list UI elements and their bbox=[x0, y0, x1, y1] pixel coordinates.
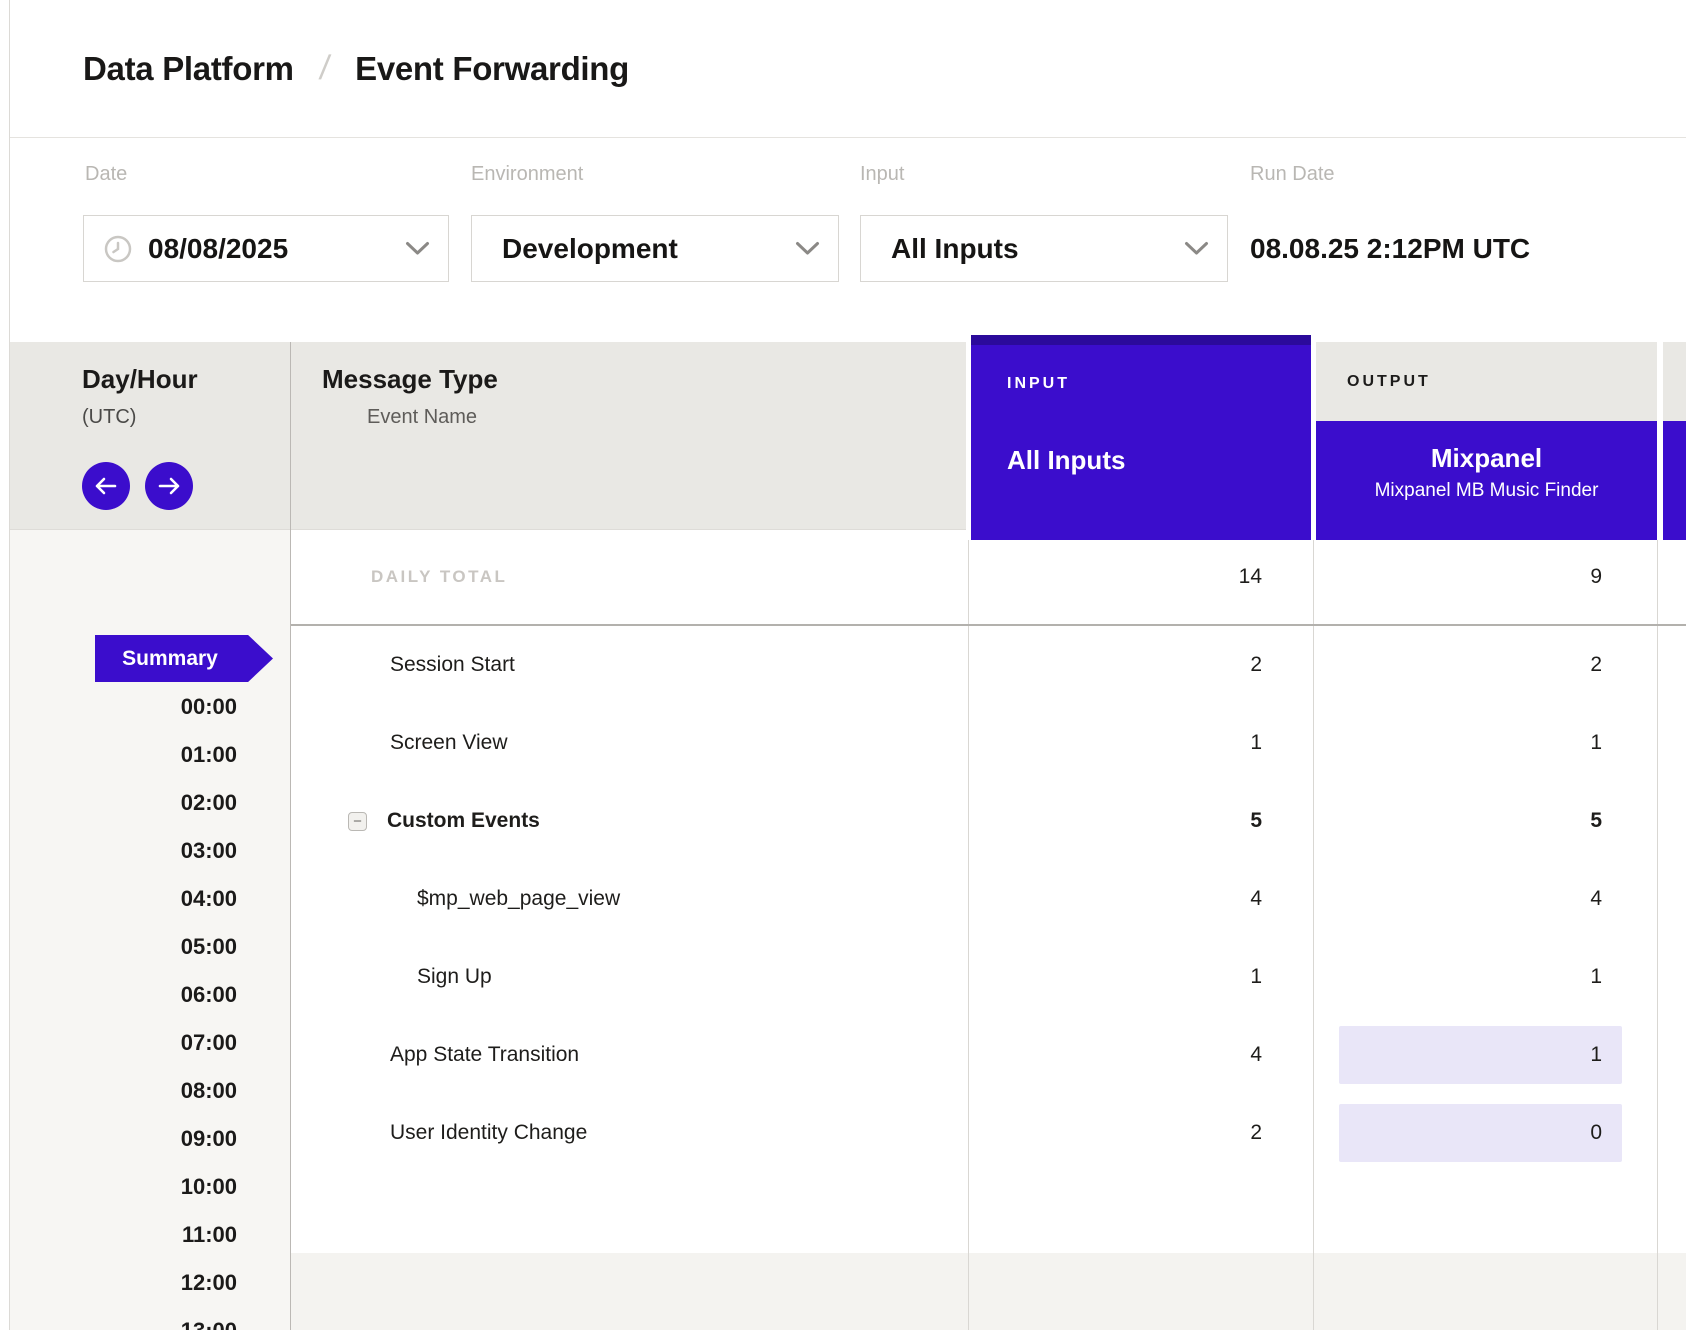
date-dropdown[interactable]: 08/08/2025 bbox=[83, 215, 449, 282]
input-count: 2 bbox=[968, 1094, 1262, 1172]
arrow-right-icon bbox=[157, 477, 181, 495]
next-day-button[interactable] bbox=[145, 462, 193, 510]
chevron-down-icon bbox=[405, 241, 430, 256]
daily-total-label: DAILY TOTAL bbox=[371, 530, 507, 624]
environment-dropdown[interactable]: Development bbox=[471, 215, 839, 282]
output-count-highlighted: 1 bbox=[1339, 1026, 1622, 1084]
input-column-name: All Inputs bbox=[1007, 445, 1125, 476]
output-column-header-mixpanel[interactable]: Mixpanel Mixpanel MB Music Finder bbox=[1316, 421, 1657, 540]
output-count: 1 bbox=[1316, 704, 1602, 782]
input-count: 4 bbox=[968, 1016, 1262, 1094]
input-label: Input bbox=[860, 163, 904, 186]
input-count: 5 bbox=[968, 782, 1262, 860]
chevron-down-icon bbox=[1184, 241, 1209, 256]
table-row: Screen View 1 1 bbox=[291, 704, 1686, 782]
output-group-label: OUTPUT bbox=[1347, 373, 1431, 391]
hour-slot-00[interactable]: 00:00 bbox=[10, 693, 237, 721]
event-rows: Session Start 2 2 Screen View 1 1 − Cust… bbox=[291, 626, 1686, 1172]
previous-day-button[interactable] bbox=[82, 462, 130, 510]
environment-label: Environment bbox=[471, 163, 583, 186]
summary-tab[interactable]: Summary bbox=[95, 635, 273, 682]
output-column-subtitle: Mixpanel MB Music Finder bbox=[1316, 480, 1657, 502]
event-name: Custom Events bbox=[387, 809, 540, 833]
hour-slot-08[interactable]: 08:00 bbox=[10, 1077, 237, 1105]
breadcrumb-section[interactable]: Data Platform bbox=[83, 50, 294, 88]
date-value: 08/08/2025 bbox=[148, 233, 405, 265]
day-hour-column-subtitle: (UTC) bbox=[82, 406, 136, 429]
environment-value: Development bbox=[502, 233, 795, 265]
table-row: User Identity Change 2 0 bbox=[291, 1094, 1686, 1172]
input-count: 1 bbox=[968, 704, 1262, 782]
page-title: Event Forwarding bbox=[355, 50, 629, 88]
event-name: Session Start bbox=[291, 626, 515, 704]
breadcrumb-separator: / bbox=[317, 49, 332, 88]
table-row: App State Transition 4 1 bbox=[291, 1016, 1686, 1094]
message-type-column-title: Message Type bbox=[322, 364, 498, 395]
hour-slot-02[interactable]: 02:00 bbox=[10, 789, 237, 817]
event-group-name: − Custom Events bbox=[291, 782, 540, 860]
hour-slot-10[interactable]: 10:00 bbox=[10, 1173, 237, 1201]
date-label: Date bbox=[85, 163, 127, 186]
summary-tab-label: Summary bbox=[122, 647, 218, 671]
hour-slot-01[interactable]: 01:00 bbox=[10, 741, 237, 769]
input-column-header[interactable]: INPUT All Inputs bbox=[971, 335, 1311, 540]
output-count: 1 bbox=[1316, 938, 1602, 1016]
message-type-column-subtitle: Event Name bbox=[367, 406, 477, 429]
collapse-icon[interactable]: − bbox=[348, 812, 367, 831]
hour-slot-05[interactable]: 05:00 bbox=[10, 933, 237, 961]
output-column-header-partial bbox=[1663, 421, 1686, 540]
table-row-sub: $mp_web_page_view 4 4 bbox=[291, 860, 1686, 938]
input-group-label: INPUT bbox=[1007, 375, 1070, 393]
output-count: 5 bbox=[1316, 782, 1602, 860]
table-row: Session Start 2 2 bbox=[291, 626, 1686, 704]
table-row-sub: Sign Up 1 1 bbox=[291, 938, 1686, 1016]
event-name: $mp_web_page_view bbox=[291, 860, 620, 938]
run-date-label: Run Date bbox=[1250, 163, 1335, 186]
event-name: Sign Up bbox=[291, 938, 492, 1016]
hour-slot-03[interactable]: 03:00 bbox=[10, 837, 237, 865]
input-count: 2 bbox=[968, 626, 1262, 704]
day-hour-column-title: Day/Hour bbox=[82, 364, 198, 395]
hour-slot-07[interactable]: 07:00 bbox=[10, 1029, 237, 1057]
input-count: 1 bbox=[968, 938, 1262, 1016]
output-count: 2 bbox=[1316, 626, 1602, 704]
run-date-value: 08.08.25 2:12PM UTC bbox=[1250, 215, 1530, 282]
input-dropdown[interactable]: All Inputs bbox=[860, 215, 1228, 282]
input-column-header-accent-strip bbox=[971, 335, 1311, 345]
daily-total-row: DAILY TOTAL 14 9 bbox=[291, 530, 1686, 626]
daily-total-input-value: 14 bbox=[968, 530, 1262, 624]
clock-icon bbox=[104, 235, 132, 263]
output-count: 4 bbox=[1316, 860, 1602, 938]
hour-slot-04[interactable]: 04:00 bbox=[10, 885, 237, 913]
hour-slot-11[interactable]: 11:00 bbox=[10, 1221, 237, 1249]
input-value: All Inputs bbox=[891, 233, 1184, 265]
event-forwarding-page: Data Platform / Event Forwarding Date En… bbox=[0, 0, 1686, 1330]
output-column-name: Mixpanel bbox=[1316, 443, 1657, 473]
table-row-group: − Custom Events 5 5 bbox=[291, 782, 1686, 860]
hour-slot-12[interactable]: 12:00 bbox=[10, 1269, 237, 1297]
input-count: 4 bbox=[968, 860, 1262, 938]
event-name: User Identity Change bbox=[291, 1094, 587, 1172]
event-name: App State Transition bbox=[291, 1016, 579, 1094]
arrow-left-icon bbox=[94, 477, 118, 495]
hour-slot-13[interactable]: 13:00 bbox=[10, 1317, 237, 1330]
breadcrumb: Data Platform / Event Forwarding bbox=[10, 0, 1686, 138]
hour-slot-06[interactable]: 06:00 bbox=[10, 981, 237, 1009]
hour-slot-09[interactable]: 09:00 bbox=[10, 1125, 237, 1153]
daily-total-output-value: 9 bbox=[1316, 530, 1602, 624]
event-name: Screen View bbox=[291, 704, 508, 782]
output-count-highlighted: 0 bbox=[1339, 1104, 1622, 1162]
chevron-down-icon bbox=[795, 241, 820, 256]
table-footer-area bbox=[291, 1253, 1686, 1330]
